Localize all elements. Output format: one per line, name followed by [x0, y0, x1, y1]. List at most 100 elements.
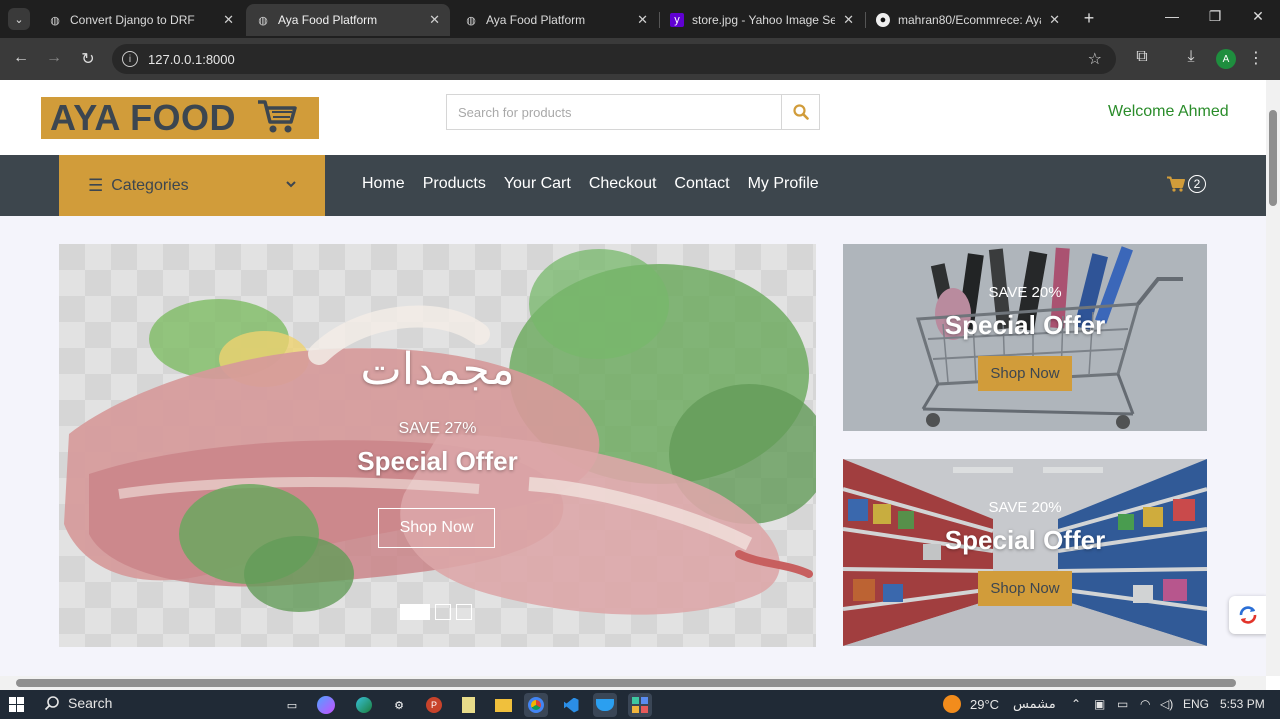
tab-convert-django[interactable]: ◍ Convert Django to DRF ✕ [38, 4, 244, 36]
windows-start-icon[interactable] [9, 697, 24, 717]
weather-widget[interactable]: 29°C مشمس [943, 695, 1056, 713]
chevron-up-icon[interactable]: ⌃ [1071, 697, 1081, 711]
battery-icon[interactable]: ▭ [1117, 697, 1128, 711]
meet-now-icon[interactable]: ▣ [1094, 697, 1105, 711]
horizontal-scrollbar[interactable] [0, 676, 1266, 690]
url-text: 127.0.0.1:8000 [148, 51, 235, 67]
carousel-indicator-1[interactable] [400, 604, 430, 620]
carousel-indicator-3[interactable] [456, 604, 472, 620]
close-window-icon[interactable]: ✕ [1248, 8, 1268, 25]
carousel-shop-now-button[interactable]: Shop Now [378, 508, 495, 548]
categories-label: Categories [111, 176, 189, 194]
main-navbar: ☰ Categories Home Products Your Cart Che… [0, 155, 1266, 216]
chrome-icon[interactable] [524, 693, 548, 717]
nav-link-home[interactable]: Home [362, 175, 405, 193]
back-icon[interactable]: ← [11, 49, 31, 67]
sun-icon [943, 695, 961, 713]
carousel-indicators [400, 604, 477, 620]
nav-link-products[interactable]: Products [423, 175, 486, 193]
site-info-icon[interactable]: i [122, 51, 138, 67]
search-icon [44, 696, 59, 711]
web-page: AYA FOOD Welcome Ahmed [0, 80, 1266, 676]
search-icon [792, 104, 809, 120]
offer-shop-now-button[interactable]: Shop Now [978, 356, 1072, 391]
notepad-icon[interactable] [456, 693, 480, 717]
clock[interactable]: 5:53 PM [1220, 697, 1265, 711]
hero-carousel[interactable]: مجمدات SAVE 27% Special Offer Shop Now [59, 244, 816, 647]
tab-github[interactable]: ● mahran80/Ecommrece: Aya ✕ [866, 4, 1070, 36]
scrollbar-thumb[interactable] [1269, 110, 1277, 206]
volume-icon[interactable]: ◁) [1160, 697, 1173, 711]
offer-card-1[interactable]: SAVE 20% Special Offer Shop Now [843, 244, 1207, 431]
logo-text: AYA FOOD [50, 97, 237, 138]
site-logo[interactable]: AYA FOOD [41, 97, 319, 139]
edge-icon[interactable] [352, 693, 376, 717]
offer-shop-now-button[interactable]: Shop Now [978, 571, 1072, 606]
address-bar[interactable]: i 127.0.0.1:8000 ☆ [112, 44, 1116, 74]
language-indicator[interactable]: ENG [1183, 697, 1209, 711]
close-icon[interactable]: ✕ [223, 12, 234, 28]
settings-icon[interactable]: ⚙ [387, 693, 411, 717]
task-view-icon[interactable]: ▭ [280, 693, 304, 717]
yahoo-icon: y [670, 13, 684, 27]
vertical-scrollbar[interactable] [1266, 80, 1280, 676]
forward-icon[interactable]: → [44, 49, 64, 67]
powerpoint-icon[interactable]: P [422, 693, 446, 717]
categories-dropdown[interactable]: ☰ Categories [59, 155, 325, 216]
bars-icon: ☰ [88, 175, 104, 195]
close-icon[interactable]: ✕ [429, 12, 440, 28]
offer-card-2[interactable]: SAVE 20% Special Offer Shop Now [843, 459, 1207, 646]
nav-link-checkout[interactable]: Checkout [589, 175, 657, 193]
docker-icon[interactable] [593, 693, 617, 717]
search-input[interactable] [447, 95, 781, 129]
nav-links: Home Products Your Cart Checkout Contact… [362, 175, 837, 193]
restore-icon[interactable]: ❐ [1205, 8, 1225, 25]
tab-aya-food-active[interactable]: ◍ Aya Food Platform ✕ [246, 4, 450, 36]
tab-title: Aya Food Platform [278, 13, 378, 27]
tab-aya-food[interactable]: ◍ Aya Food Platform ✕ [454, 4, 658, 36]
globe-icon: ◍ [466, 14, 476, 27]
extensions-icon[interactable]: ⧉ [1131, 48, 1153, 66]
tab-search-button[interactable]: ⌄ [8, 8, 30, 30]
menu-icon[interactable]: ⋮ [1245, 48, 1267, 68]
download-icon[interactable]: ⤓ [1180, 48, 1202, 66]
close-icon[interactable]: ✕ [1049, 12, 1060, 28]
app-grid-icon[interactable] [628, 693, 652, 717]
welcome-message: Welcome Ahmed [1108, 103, 1229, 120]
reload-icon[interactable]: ↻ [78, 49, 98, 69]
tab-title: Convert Django to DRF [70, 13, 195, 27]
file-explorer-icon[interactable] [491, 693, 515, 717]
nav-link-cart[interactable]: Your Cart [504, 175, 571, 193]
weather-temperature: 29°C [970, 696, 1000, 712]
bookmark-star-icon[interactable]: ☆ [1088, 49, 1102, 69]
cart-count-badge: 2 [1188, 175, 1206, 193]
product-search [446, 94, 820, 130]
weather-condition: مشمس [1013, 696, 1056, 711]
close-icon[interactable]: ✕ [843, 12, 854, 28]
nav-link-contact[interactable]: Contact [674, 175, 729, 193]
hero-section: مجمدات SAVE 27% Special Offer Shop Now S… [0, 216, 1266, 676]
globe-icon: ◍ [50, 14, 60, 27]
copilot-icon[interactable] [317, 696, 335, 714]
wifi-icon[interactable]: ◠ [1140, 697, 1150, 711]
profile-avatar[interactable]: A [1216, 49, 1236, 69]
search-button[interactable] [781, 95, 819, 129]
browser-tab-strip: ⌄ ◍ Convert Django to DRF ✕ ◍ Aya Food P… [0, 0, 1280, 38]
taskbar-search-label: Search [68, 695, 113, 711]
nav-link-profile[interactable]: My Profile [748, 175, 819, 193]
vscode-icon[interactable] [559, 693, 583, 717]
tab-yahoo-images[interactable]: y store.jpg - Yahoo Image Sea ✕ [660, 4, 864, 36]
offer-title: Special Offer [944, 525, 1106, 555]
offer-save-text: SAVE 20% [988, 499, 1062, 516]
nav-cart-button[interactable]: 2 [1167, 175, 1206, 193]
taskbar-search[interactable]: Search [44, 695, 112, 711]
minimize-icon[interactable]: — [1162, 8, 1182, 24]
floating-sync-widget[interactable] [1229, 596, 1266, 634]
chevron-down-icon [285, 177, 297, 195]
tab-title: mahran80/Ecommrece: Aya [898, 13, 1042, 27]
new-tab-button[interactable]: + [1078, 8, 1100, 29]
scrollbar-thumb[interactable] [16, 679, 1236, 687]
close-icon[interactable]: ✕ [637, 12, 648, 28]
tab-title: Aya Food Platform [486, 13, 586, 27]
carousel-indicator-2[interactable] [435, 604, 451, 620]
